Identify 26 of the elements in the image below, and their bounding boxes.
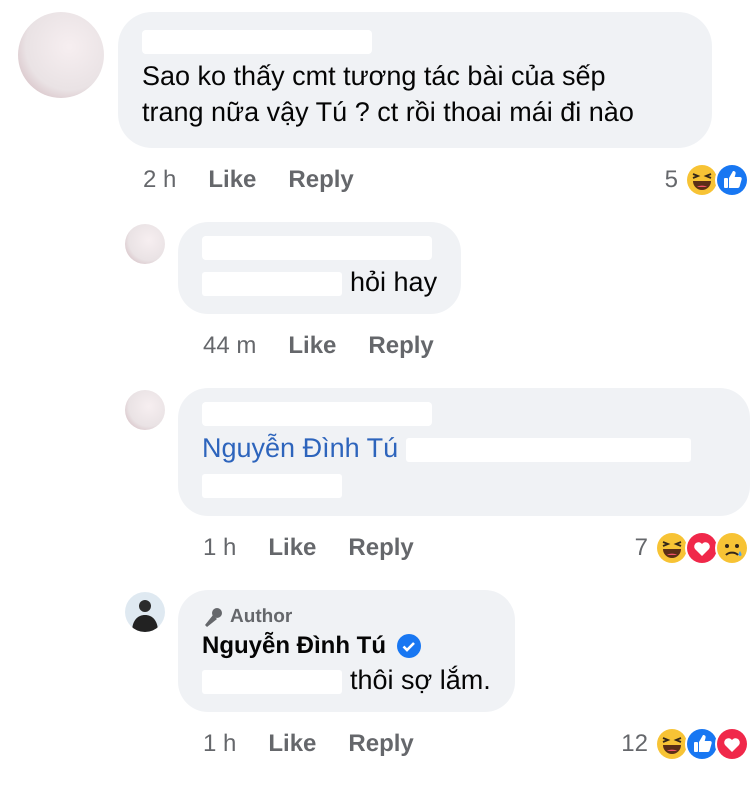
like-link[interactable]: Like [288,332,336,360]
reaction-count[interactable]: 7 [634,534,648,562]
like-link[interactable]: Like [268,730,316,758]
heart-icon [714,726,750,762]
thumbs-up-icon [714,162,750,198]
like-link[interactable]: Like [208,166,256,194]
comment-time: 44 m [203,332,256,360]
microphone-icon [202,606,224,628]
reply-link[interactable]: Reply [348,534,414,562]
avatar[interactable] [125,592,165,632]
badge-label: Author [230,605,292,629]
comment-time: 1 h [203,730,236,758]
commenter-name[interactable]: Nguyễn Đình Tú [202,630,386,662]
comment-text: hỏi hay [350,267,438,297]
comment-time: 1 h [203,534,236,562]
comment-time: 2 h [143,166,176,194]
like-link[interactable]: Like [268,534,316,562]
comment-text: thôi sợ lắm. [350,665,491,695]
mention-link[interactable]: Nguyễn Đình Tú [202,433,398,463]
reaction-count[interactable]: 12 [621,730,648,758]
reply-link[interactable]: Reply [368,332,434,360]
reply-link[interactable]: Reply [288,166,354,194]
reply-link[interactable]: Reply [348,730,414,758]
crying-face-icon [714,530,750,566]
comment-text: Sao ko thấy cmt tương tác bài của sếp trang nữa vậy Tú ? ct rồi thoai mái đi nào [142,61,634,127]
reaction-count[interactable]: 5 [664,166,678,194]
